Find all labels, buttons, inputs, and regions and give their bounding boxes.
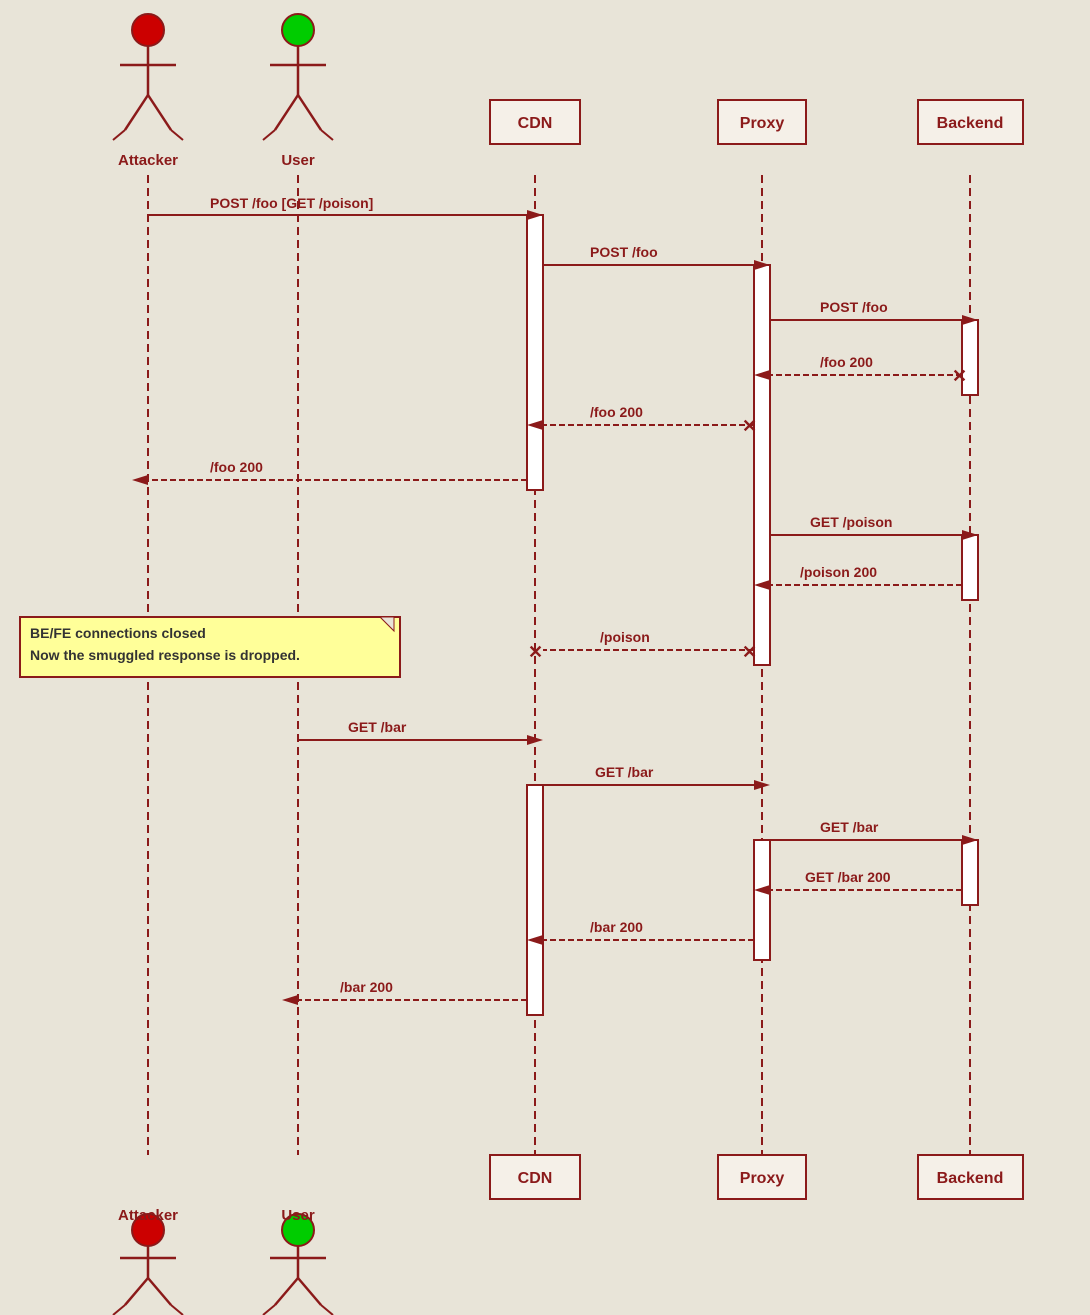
svg-text:/foo 200: /foo 200 [590, 404, 643, 420]
svg-text:Proxy: Proxy [740, 1170, 785, 1187]
svg-text:GET /poison: GET /poison [810, 514, 892, 530]
svg-text:/foo 200: /foo 200 [820, 354, 873, 370]
svg-text:User: User [281, 152, 315, 169]
svg-text:POST /foo [GET /poison]: POST /foo [GET /poison] [210, 195, 373, 211]
svg-text:Backend: Backend [937, 1170, 1004, 1187]
svg-text:GET /bar: GET /bar [348, 719, 407, 735]
svg-text:POST /foo: POST /foo [820, 299, 888, 315]
svg-text:GET /bar 200: GET /bar 200 [805, 869, 891, 885]
svg-text:Attacker: Attacker [118, 1207, 178, 1224]
svg-text:✕: ✕ [742, 416, 757, 436]
svg-text:CDN: CDN [518, 115, 553, 132]
svg-text:GET /bar: GET /bar [595, 764, 654, 780]
svg-text:✕: ✕ [952, 366, 967, 386]
svg-text:POST /foo: POST /foo [590, 244, 658, 260]
svg-text:/bar 200: /bar 200 [590, 919, 643, 935]
svg-text:Backend: Backend [937, 115, 1004, 132]
svg-text:BE/FE connections closed: BE/FE connections closed [30, 625, 206, 641]
svg-text:Attacker: Attacker [118, 152, 178, 169]
svg-text:User: User [281, 1207, 315, 1224]
svg-text:✕: ✕ [742, 642, 757, 662]
svg-text:/poison: /poison [600, 629, 650, 645]
sequence-diagram: POST /foo [GET /poison] POST /foo POST /… [0, 0, 1090, 1315]
svg-text:/poison 200: /poison 200 [800, 564, 877, 580]
svg-text:✕: ✕ [528, 642, 543, 662]
svg-text:Now the smuggled response is d: Now the smuggled response is dropped. [30, 647, 300, 663]
svg-text:/bar 200: /bar 200 [340, 979, 393, 995]
svg-text:Proxy: Proxy [740, 115, 785, 132]
svg-text:GET /bar: GET /bar [820, 819, 879, 835]
svg-text:CDN: CDN [518, 1170, 553, 1187]
svg-text:/foo 200: /foo 200 [210, 459, 263, 475]
